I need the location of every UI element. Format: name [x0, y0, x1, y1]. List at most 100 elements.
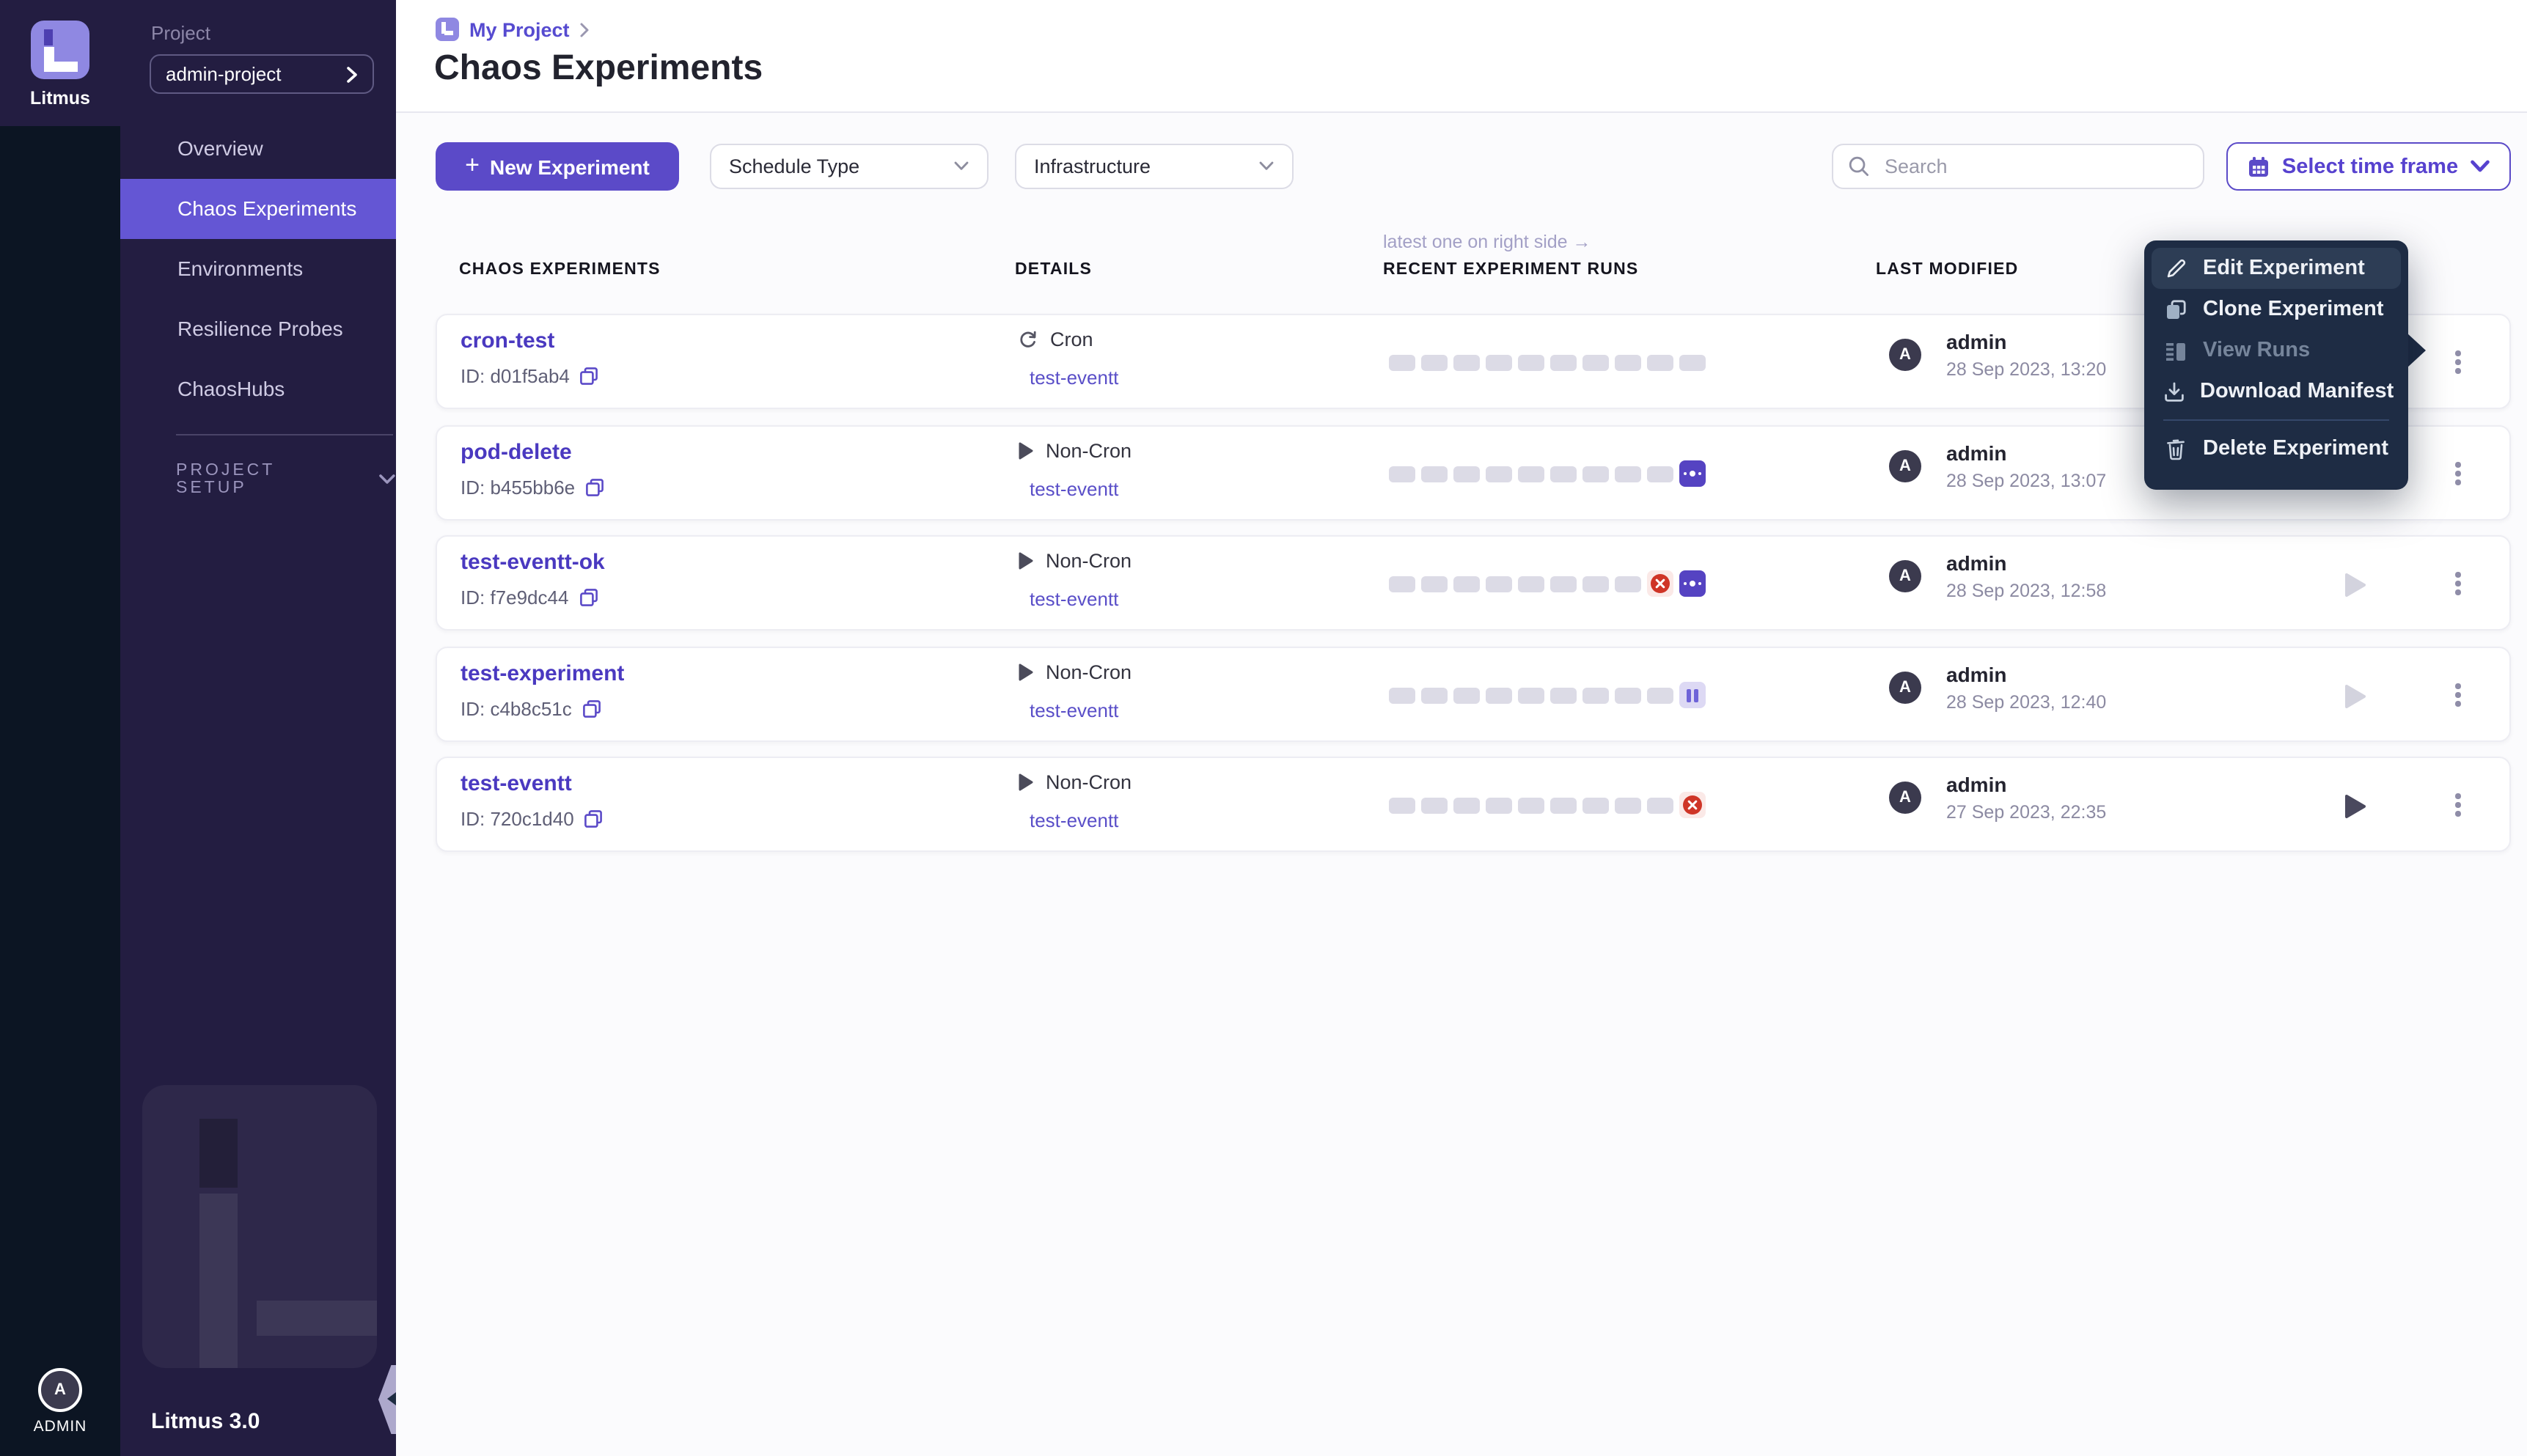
row-menu-kebab-icon[interactable]: [2448, 793, 2468, 820]
time-frame-button[interactable]: Select time frame: [2226, 142, 2511, 191]
infrastructure-dropdown[interactable]: Infrastructure: [1015, 144, 1294, 189]
run-status-empty[interactable]: [1615, 797, 1641, 813]
run-status-empty[interactable]: [1389, 354, 1415, 370]
copy-icon[interactable]: [580, 367, 599, 386]
run-status-empty[interactable]: [1647, 687, 1673, 703]
chaoshub-link[interactable]: test-eventt: [1030, 699, 1118, 721]
run-status-empty[interactable]: [1453, 687, 1480, 703]
litmus-logo-icon[interactable]: [31, 21, 89, 79]
experiment-name-link[interactable]: test-eventt-ok: [461, 550, 605, 575]
run-status-empty[interactable]: [1679, 354, 1706, 370]
run-status-empty[interactable]: [1453, 354, 1480, 370]
sidebar-item-overview[interactable]: Overview: [120, 119, 396, 179]
run-status-empty[interactable]: [1647, 466, 1673, 482]
run-status-empty[interactable]: [1518, 576, 1544, 592]
sidebar-item-chaoshubs[interactable]: ChaosHubs: [120, 359, 396, 419]
run-status-empty[interactable]: [1550, 687, 1577, 703]
copy-icon[interactable]: [584, 809, 604, 828]
modified-date: 28 Sep 2023, 13:07: [1946, 471, 2106, 491]
run-status-empty[interactable]: [1615, 576, 1641, 592]
run-status-empty[interactable]: [1615, 466, 1641, 482]
run-status-empty[interactable]: [1389, 466, 1415, 482]
run-status-empty[interactable]: [1615, 354, 1641, 370]
run-status-empty[interactable]: [1582, 797, 1609, 813]
run-status-empty[interactable]: [1582, 466, 1609, 482]
run-status-empty[interactable]: [1647, 354, 1673, 370]
run-status-empty[interactable]: [1453, 466, 1480, 482]
run-status-empty[interactable]: [1421, 797, 1448, 813]
run-status-running[interactable]: [1679, 460, 1706, 487]
run-experiment-button[interactable]: [2344, 793, 2367, 820]
brand-name: Litmus: [0, 88, 120, 109]
run-status-empty[interactable]: [1486, 466, 1512, 482]
run-status-empty[interactable]: [1582, 687, 1609, 703]
run-status-empty[interactable]: [1550, 466, 1577, 482]
experiment-name-link[interactable]: cron-test: [461, 328, 554, 353]
run-status-empty[interactable]: [1582, 576, 1609, 592]
menu-item-download-manifest[interactable]: Download Manifest: [2152, 371, 2401, 412]
schedule-type: Non-Cron: [1018, 771, 1132, 793]
row-menu-kebab-icon[interactable]: [2448, 462, 2468, 488]
run-status-empty[interactable]: [1421, 354, 1448, 370]
run-status-empty[interactable]: [1453, 576, 1480, 592]
chaoshub-link[interactable]: test-eventt: [1030, 367, 1118, 389]
run-status-paused[interactable]: [1679, 682, 1706, 708]
run-experiment-button[interactable]: [2344, 683, 2367, 710]
run-status-failed[interactable]: [1679, 792, 1706, 818]
run-status-empty[interactable]: [1518, 797, 1544, 813]
run-status-empty[interactable]: [1453, 797, 1480, 813]
project-selector[interactable]: admin-project: [150, 54, 374, 94]
run-status-empty[interactable]: [1389, 797, 1415, 813]
search-input[interactable]: [1882, 154, 2188, 179]
run-status-empty[interactable]: [1486, 576, 1512, 592]
user-avatar[interactable]: A: [38, 1368, 82, 1412]
new-experiment-button[interactable]: + New Experiment: [436, 142, 679, 191]
project-setup-section[interactable]: PROJECT SETUP: [176, 462, 396, 497]
run-status-empty[interactable]: [1421, 576, 1448, 592]
chevron-down-icon: [1258, 161, 1274, 172]
run-status-empty[interactable]: [1550, 576, 1577, 592]
run-status-empty[interactable]: [1421, 687, 1448, 703]
run-status-empty[interactable]: [1486, 354, 1512, 370]
experiment-name-link[interactable]: pod-delete: [461, 440, 572, 465]
schedule-type-dropdown[interactable]: Schedule Type: [710, 144, 989, 189]
run-status-empty[interactable]: [1389, 576, 1415, 592]
run-status-empty[interactable]: [1518, 466, 1544, 482]
run-status-running[interactable]: [1679, 570, 1706, 597]
run-status-failed[interactable]: [1647, 570, 1673, 597]
sidebar-item-chaos-experiments[interactable]: Chaos Experiments: [120, 179, 396, 239]
menu-item-view-runs[interactable]: View Runs: [2152, 330, 2401, 371]
chaoshub-link[interactable]: test-eventt: [1030, 588, 1118, 610]
copy-icon[interactable]: [579, 588, 598, 607]
row-menu-kebab-icon[interactable]: [2448, 572, 2468, 598]
run-status-empty[interactable]: [1582, 354, 1609, 370]
experiment-row: test-eventt ID: 720c1d40 Non-Cron test-e…: [436, 757, 2511, 852]
run-experiment-button[interactable]: [2344, 572, 2367, 598]
copy-icon[interactable]: [585, 478, 604, 497]
run-status-empty[interactable]: [1550, 354, 1577, 370]
row-menu-kebab-icon[interactable]: [2448, 683, 2468, 710]
sidebar-item-resilience-probes[interactable]: Resilience Probes: [120, 299, 396, 359]
menu-item-edit-experiment[interactable]: Edit Experiment: [2152, 248, 2401, 289]
run-status-empty[interactable]: [1550, 797, 1577, 813]
chaoshub-link[interactable]: test-eventt: [1030, 478, 1118, 500]
experiment-id: ID: d01f5ab4: [461, 365, 599, 387]
run-status-empty[interactable]: [1647, 797, 1673, 813]
run-status-empty[interactable]: [1389, 687, 1415, 703]
menu-item-delete-experiment[interactable]: Delete Experiment: [2152, 428, 2401, 469]
copy-icon[interactable]: [582, 699, 601, 718]
run-status-empty[interactable]: [1486, 797, 1512, 813]
run-status-empty[interactable]: [1518, 354, 1544, 370]
run-status-empty[interactable]: [1486, 687, 1512, 703]
run-status-empty[interactable]: [1421, 466, 1448, 482]
chaoshub-link[interactable]: test-eventt: [1030, 809, 1118, 831]
column-last-modified: LAST MODIFIED: [1876, 261, 2019, 279]
menu-item-clone-experiment[interactable]: Clone Experiment: [2152, 289, 2401, 330]
row-menu-kebab-icon[interactable]: [2448, 350, 2468, 377]
breadcrumb-my-project[interactable]: My Project: [469, 18, 570, 40]
experiment-name-link[interactable]: test-experiment: [461, 661, 624, 686]
run-status-empty[interactable]: [1518, 687, 1544, 703]
run-status-empty[interactable]: [1615, 687, 1641, 703]
sidebar-item-environments[interactable]: Environments: [120, 239, 396, 299]
experiment-name-link[interactable]: test-eventt: [461, 771, 572, 796]
